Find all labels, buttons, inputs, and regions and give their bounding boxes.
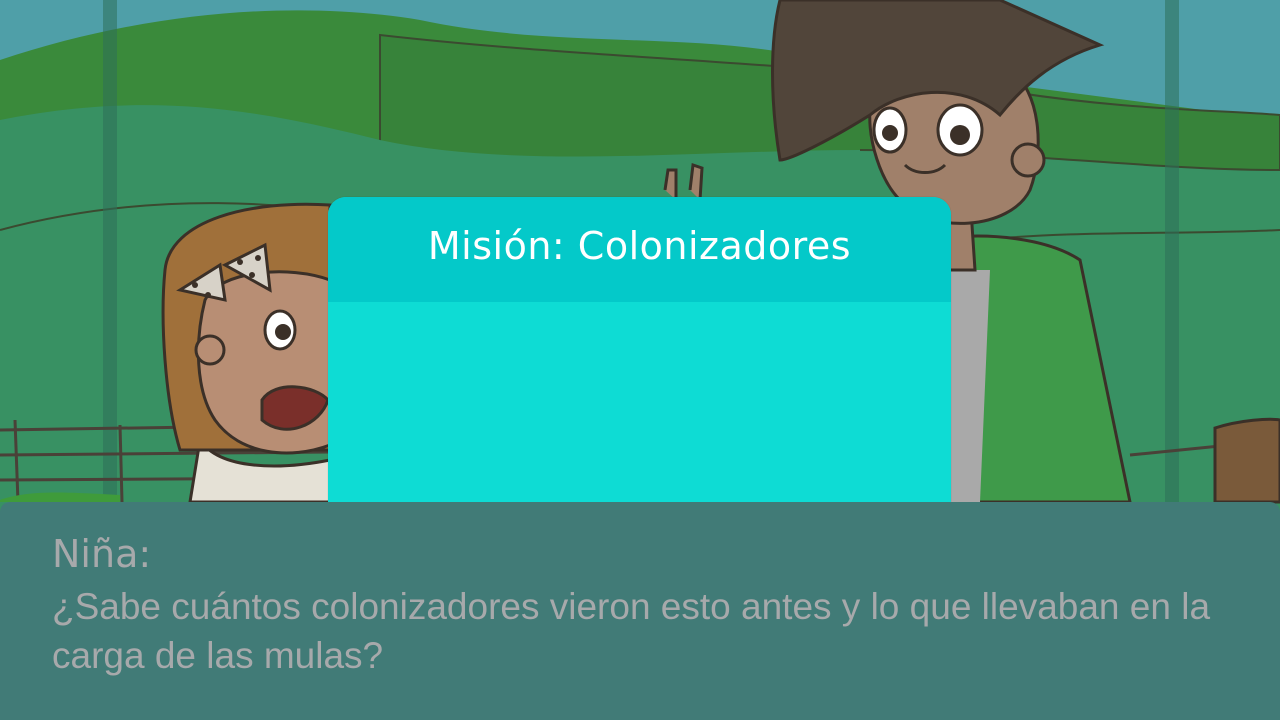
mission-panel: Misión: Colonizadores [328, 197, 951, 519]
window-post-right [1165, 0, 1179, 502]
window-post-left [103, 0, 117, 502]
speaker-name: Niña: [52, 532, 152, 576]
mission-header: Misión: Colonizadores [328, 197, 951, 302]
tree-stump [1213, 417, 1280, 504]
mission-body [328, 302, 951, 519]
mission-title: Misión: Colonizadores [427, 223, 852, 268]
dialog-box[interactable]: Niña: ¿Sabe cuántos colonizadores vieron… [0, 502, 1280, 720]
dialog-text: ¿Sabe cuántos colonizadores vieron esto … [52, 586, 1211, 676]
